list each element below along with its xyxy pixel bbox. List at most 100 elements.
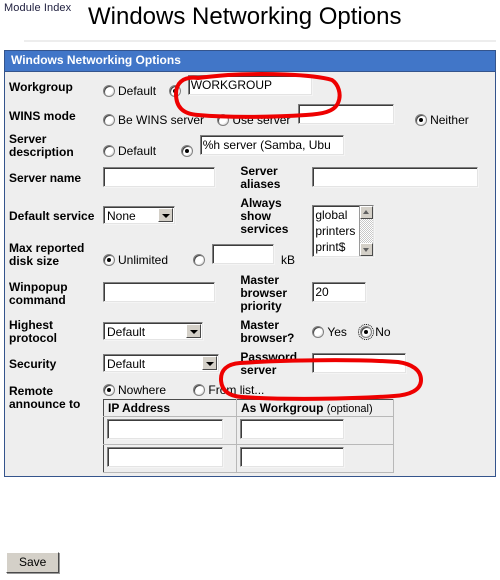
max-disk-unlimited-choice[interactable]: Unlimited	[103, 253, 178, 267]
chevron-down-icon[interactable]	[158, 208, 173, 222]
label-default-service: Default service	[9, 209, 95, 223]
wins-be-server-radio[interactable]	[103, 114, 115, 126]
security-select[interactable]: Default	[103, 353, 219, 372]
highest-protocol-value: Default	[107, 324, 146, 339]
remote-announce-from-list-label: From list...	[208, 383, 265, 397]
always-show-services-listbox[interactable]: global printers print$	[312, 205, 375, 257]
wins-neither-radio[interactable]	[415, 114, 428, 126]
winpopup-command-input[interactable]	[103, 282, 215, 302]
label-master-browser-priority: Master browser priority	[240, 273, 288, 313]
column-header-optional-note: (optional)	[326, 403, 373, 415]
cell-ip-address	[103, 416, 237, 445]
master-browser-yes-label: Yes	[327, 325, 347, 339]
max-disk-size-unit: kB	[281, 252, 296, 267]
cell-as-workgroup	[236, 444, 394, 473]
table-row	[103, 444, 394, 473]
default-service-select[interactable]: None	[103, 206, 175, 224]
chevron-down-icon[interactable]	[202, 355, 217, 370]
always-show-services-items: global printers print$	[315, 207, 361, 255]
row-workgroup: Workgroup Default WORKGROUP	[5, 72, 495, 101]
wins-neither-choice[interactable]: Neither	[415, 113, 479, 127]
workgroup-default-radio[interactable]	[103, 85, 115, 97]
label-winpopup-command: Winpopup command	[9, 279, 68, 307]
master-browser-no-radio[interactable]	[358, 324, 375, 340]
server-description-default-choice[interactable]: Default	[103, 144, 166, 158]
field-workgroup: Default WORKGROUP	[99, 72, 495, 101]
remote-announce-from-list-choice[interactable]: From list...	[193, 383, 274, 397]
list-item[interactable]: printers	[315, 223, 361, 239]
cell-as-workgroup	[236, 416, 394, 445]
field-server-description: Default %h server (Samba, Ubu	[99, 130, 495, 162]
label-master-browser: Master browser?	[240, 318, 295, 345]
highest-protocol-select[interactable]: Default	[103, 321, 203, 340]
scroll-down-icon[interactable]	[360, 243, 374, 256]
remote-ip-input-2[interactable]	[107, 447, 223, 467]
list-item[interactable]: print$	[315, 239, 361, 255]
max-disk-unlimited-label: Unlimited	[118, 252, 169, 267]
wins-use-server-radio[interactable]	[217, 114, 230, 126]
table-row	[103, 416, 394, 445]
save-button[interactable]: Save	[6, 552, 60, 573]
wins-be-server-choice[interactable]: Be WINS server	[103, 113, 214, 127]
password-server-input[interactable]	[312, 352, 407, 373]
server-description-default-radio[interactable]	[103, 144, 115, 157]
workgroup-value-choice[interactable]	[169, 84, 184, 98]
column-header-ip-address: IP Address	[103, 399, 237, 417]
list-item[interactable]: global	[315, 207, 361, 223]
server-description-value-choice[interactable]	[181, 144, 196, 158]
wins-neither-label: Neither	[430, 113, 469, 127]
column-header-as-workgroup-text: As Workgroup	[241, 401, 324, 415]
row-security: Security Default Password server	[5, 348, 495, 380]
wins-use-server-input[interactable]	[297, 104, 394, 124]
remote-announce-table: IP Address As Workgroup (optional)	[103, 399, 394, 473]
listbox-scrollbar[interactable]	[359, 206, 374, 256]
server-description-value-radio[interactable]	[181, 144, 194, 157]
remote-workgroup-input-1[interactable]	[240, 419, 344, 439]
workgroup-default-choice[interactable]: Default	[103, 84, 166, 98]
field-server-aliases	[308, 162, 495, 194]
master-browser-yes-radio[interactable]	[312, 326, 325, 338]
title-divider	[24, 40, 496, 42]
max-disk-unlimited-radio[interactable]	[103, 253, 115, 266]
options-grid: Workgroup Default WORKGROUP WINS mode Be…	[5, 72, 495, 476]
server-description-input[interactable]: %h server (Samba, Ubu	[199, 134, 344, 155]
label-highest-protocol: Highest protocol	[9, 318, 57, 345]
module-index-link[interactable]: Module Index	[4, 2, 74, 15]
label-security: Security	[9, 357, 57, 371]
label-wins-mode: WINS mode	[9, 108, 76, 123]
row-default-service: Default service None Always show service…	[5, 194, 495, 257]
wins-use-server-label: Use server	[232, 113, 291, 127]
remote-ip-input-1[interactable]	[107, 419, 223, 439]
field-remote-announce: Nowhere From list... IP Address As Workg…	[99, 380, 495, 476]
remote-announce-from-list-radio[interactable]	[193, 384, 206, 396]
page-header: Module Index Windows Networking Options	[0, 0, 500, 42]
label-remote-announce: Remote announce to	[9, 384, 81, 411]
form-body: Workgroup Default WORKGROUP WINS mode Be…	[5, 72, 495, 476]
master-browser-priority-input[interactable]: 20	[312, 282, 367, 302]
field-master-browser: Yes No	[308, 316, 495, 348]
max-disk-value-radio[interactable]	[193, 253, 206, 266]
row-remote-announce: Remote announce to Nowhere From list...	[5, 380, 495, 476]
remote-workgroup-input-2[interactable]	[240, 447, 344, 467]
wins-use-server-choice[interactable]: Use server	[217, 113, 294, 127]
remote-announce-nowhere-choice[interactable]: Nowhere	[103, 383, 176, 397]
label-always-show-services: Always show services	[240, 196, 289, 236]
scroll-up-icon[interactable]	[360, 206, 374, 219]
master-browser-yes-choice[interactable]: Yes	[312, 325, 357, 339]
row-server-name-aliases: Server name Server aliases	[5, 162, 495, 194]
wins-be-server-label: Be WINS server	[118, 113, 205, 127]
max-disk-size-input[interactable]	[211, 243, 274, 264]
field-master-browser-priority: 20	[308, 271, 495, 316]
workgroup-value-radio[interactable]	[169, 85, 182, 97]
workgroup-input[interactable]: WORKGROUP	[187, 75, 312, 95]
chevron-down-icon[interactable]	[186, 323, 201, 338]
server-aliases-input[interactable]	[312, 166, 479, 187]
server-name-input[interactable]	[103, 166, 215, 187]
server-description-default-label: Default	[118, 143, 157, 158]
max-disk-value-choice[interactable]	[193, 253, 208, 267]
master-browser-no-choice[interactable]: No	[358, 324, 400, 340]
default-service-value: None	[107, 209, 136, 223]
remote-announce-nowhere-radio[interactable]	[103, 384, 115, 396]
page-root: Module Index Windows Networking Options …	[0, 0, 500, 580]
field-highest-protocol: Default	[99, 316, 236, 348]
